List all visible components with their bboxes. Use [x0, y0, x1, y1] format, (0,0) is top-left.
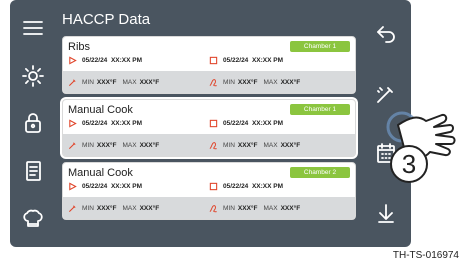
- cavity-temp-icon: [209, 204, 217, 212]
- download-button[interactable]: [369, 196, 403, 230]
- probe-max-label: MAX: [122, 78, 137, 86]
- start-date: 05/22/24: [82, 57, 108, 64]
- cavity-max-label: MAX: [263, 141, 278, 149]
- brightness-button[interactable]: [16, 59, 50, 93]
- end-time: XX:XX PM: [251, 57, 283, 64]
- lock-icon: [25, 113, 41, 134]
- menu-icon: [23, 20, 43, 35]
- back-button[interactable]: [369, 17, 403, 51]
- start-time: XX:XX PM: [110, 120, 142, 127]
- chef-button[interactable]: [16, 202, 50, 236]
- start-time: XX:XX PM: [110, 183, 142, 190]
- cavity-max-label: MAX: [263, 78, 278, 86]
- probe-max-value: XXX°F: [139, 78, 160, 86]
- cavity-min-label: MIN: [223, 204, 235, 212]
- start-triangle-icon: [69, 56, 77, 65]
- probe-min-value: XXX°F: [96, 78, 117, 86]
- start-triangle-icon: [69, 119, 77, 128]
- end-time: XX:XX PM: [251, 183, 283, 190]
- pointing-hand-icon: [386, 111, 456, 160]
- stop-square-icon: [209, 182, 218, 191]
- start-time: XX:XX PM: [110, 57, 142, 64]
- probe-icon: [68, 204, 76, 212]
- probe-min-label: MIN: [82, 78, 94, 86]
- device-screen: HACCP Data Ribs Chamber 1 05/22/24 XX:XX…: [10, 0, 411, 247]
- stop-square-icon: [209, 119, 218, 128]
- end-date: 05/22/24: [223, 183, 249, 190]
- chamber-badge: Chamber 1: [290, 41, 350, 52]
- download-icon: [378, 204, 394, 224]
- recipe-book-button[interactable]: [16, 154, 50, 188]
- probe-min-value: XXX°F: [96, 141, 117, 149]
- chef-hat-icon: [23, 209, 43, 227]
- cavity-max-value: XXX°F: [280, 78, 301, 86]
- end-time: XX:XX PM: [251, 120, 283, 127]
- chamber-badge: Chamber 2: [290, 167, 350, 178]
- record-card[interactable]: Ribs Chamber 1 05/22/24 XX:XX PM 05/22/2…: [62, 36, 356, 94]
- cavity-min-value: XXX°F: [237, 141, 258, 149]
- end-date: 05/22/24: [223, 57, 249, 64]
- figure-caption: TH-TS-016974: [392, 250, 459, 261]
- cavity-max-value: XXX°F: [280, 204, 301, 212]
- step-callout: 3: [390, 145, 428, 183]
- probe-min-label: MIN: [82, 204, 94, 212]
- stop-square-icon: [209, 56, 218, 65]
- probe-max-label: MAX: [122, 141, 137, 149]
- probe-icon: [68, 141, 76, 149]
- haccp-record-list: Ribs Chamber 1 05/22/24 XX:XX PM 05/22/2…: [62, 36, 356, 225]
- probe-max-value: XXX°F: [139, 204, 160, 212]
- record-card[interactable]: Manual Cook Chamber 2 05/22/24 XX:XX PM …: [62, 162, 356, 220]
- menu-button[interactable]: [16, 11, 50, 45]
- start-date: 05/22/24: [82, 120, 108, 127]
- left-nav: [10, 0, 56, 247]
- end-date: 05/22/24: [223, 120, 249, 127]
- probe-icon: [68, 78, 76, 86]
- cavity-min-label: MIN: [223, 78, 235, 86]
- cavity-max-value: XXX°F: [280, 141, 301, 149]
- cavity-min-value: XXX°F: [237, 204, 258, 212]
- cavity-min-label: MIN: [223, 141, 235, 149]
- cavity-min-value: XXX°F: [237, 78, 258, 86]
- cavity-temp-icon: [209, 78, 217, 86]
- cavity-max-label: MAX: [263, 204, 278, 212]
- probe-max-value: XXX°F: [139, 141, 160, 149]
- start-date: 05/22/24: [82, 183, 108, 190]
- cavity-temp-icon: [209, 141, 217, 149]
- record-card[interactable]: Manual Cook Chamber 1 05/22/24 XX:XX PM …: [62, 99, 356, 157]
- lock-button[interactable]: [16, 106, 50, 140]
- back-arrow-icon: [377, 25, 395, 43]
- page-title: HACCP Data: [62, 11, 151, 28]
- chamber-badge: Chamber 1: [290, 104, 350, 115]
- start-triangle-icon: [69, 182, 77, 191]
- probe-min-value: XXX°F: [96, 204, 117, 212]
- probe-min-label: MIN: [82, 141, 94, 149]
- recipe-book-icon: [26, 161, 41, 182]
- brightness-icon: [22, 64, 44, 87]
- probe-max-label: MAX: [122, 204, 137, 212]
